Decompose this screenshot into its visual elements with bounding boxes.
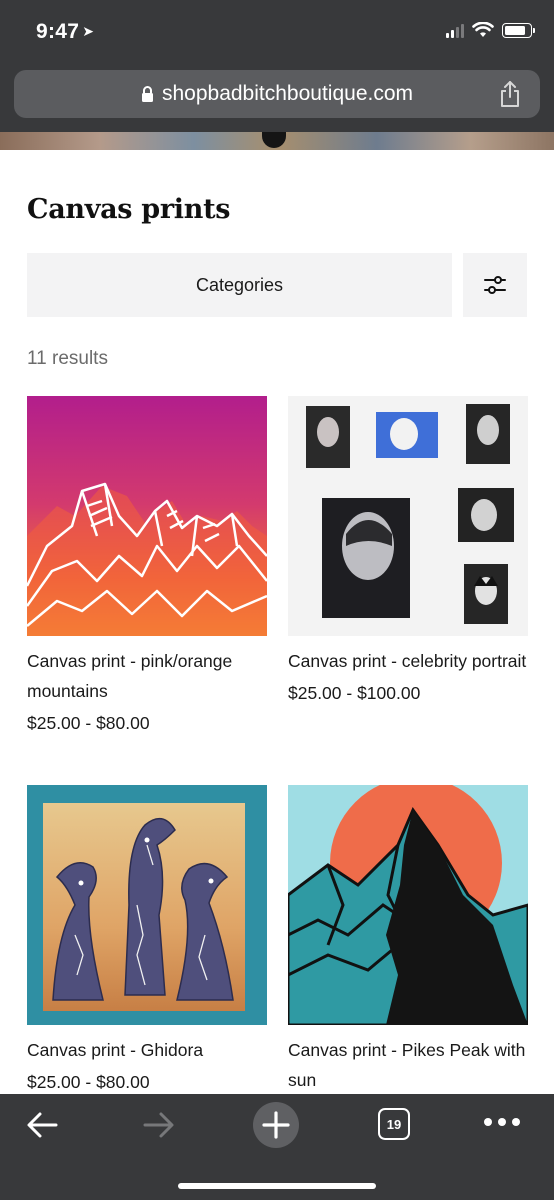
sliders-icon (484, 276, 506, 294)
lock-icon (141, 85, 153, 102)
categories-label: Categories (195, 274, 284, 295)
product-price: $25.00 - $80.00 (27, 713, 150, 733)
tabs-icon[interactable]: 19 (378, 1108, 410, 1140)
categories-button[interactable]: Categories (27, 253, 452, 317)
location-arrow-icon: ➤ (82, 23, 95, 39)
product-card[interactable]: Canvas print - celebrity portrait $25.00… (288, 396, 528, 708)
plus-icon[interactable] (252, 1101, 300, 1149)
product-price: $25.00 - $100.00 (288, 683, 421, 703)
product-name[interactable]: Canvas print - Pikes Peak with sun (288, 1035, 528, 1095)
product-image[interactable] (288, 396, 528, 636)
page-title: Canvas prints (27, 194, 231, 225)
cell-signal-icon (446, 22, 464, 38)
ellipsis-icon[interactable] (482, 1116, 522, 1128)
url-text: shopbadbitchboutique.com (161, 82, 413, 105)
share-icon[interactable] (498, 80, 522, 108)
battery-icon (502, 22, 535, 38)
wifi-icon (472, 22, 494, 37)
product-image[interactable] (27, 785, 267, 1025)
product-name[interactable]: Canvas print - celebrity portrait (288, 646, 528, 676)
filter-button[interactable] (463, 253, 527, 317)
battery-level (505, 25, 526, 35)
arrow-left-icon[interactable] (24, 1110, 60, 1140)
product-name[interactable]: Canvas print - pink/orange mountains (27, 646, 267, 706)
home-indicator[interactable] (178, 1183, 376, 1189)
product-price: $25.00 - $80.00 (27, 1072, 150, 1092)
product-name[interactable]: Canvas print - Ghidora (27, 1035, 267, 1065)
product-image[interactable] (288, 785, 528, 1025)
browser-top-bar: 9:47 ➤ shopbadbitchboutique.com (0, 0, 554, 132)
status-indicators (446, 22, 535, 38)
product-card[interactable]: Canvas print - Ghidora $25.00 - $80.00 (27, 785, 267, 1097)
results-count: 11 results (27, 348, 108, 369)
status-time: 9:47 ➤ (36, 20, 95, 43)
tab-count: 19 (386, 1116, 402, 1132)
product-card[interactable]: Canvas print - pink/orange mountains $25… (27, 396, 267, 738)
arrow-right-icon[interactable] (141, 1110, 177, 1140)
product-card[interactable]: Canvas print - Pikes Peak with sun (288, 785, 528, 1095)
product-image[interactable] (27, 396, 267, 636)
address-bar[interactable]: shopbadbitchboutique.com (14, 70, 540, 118)
